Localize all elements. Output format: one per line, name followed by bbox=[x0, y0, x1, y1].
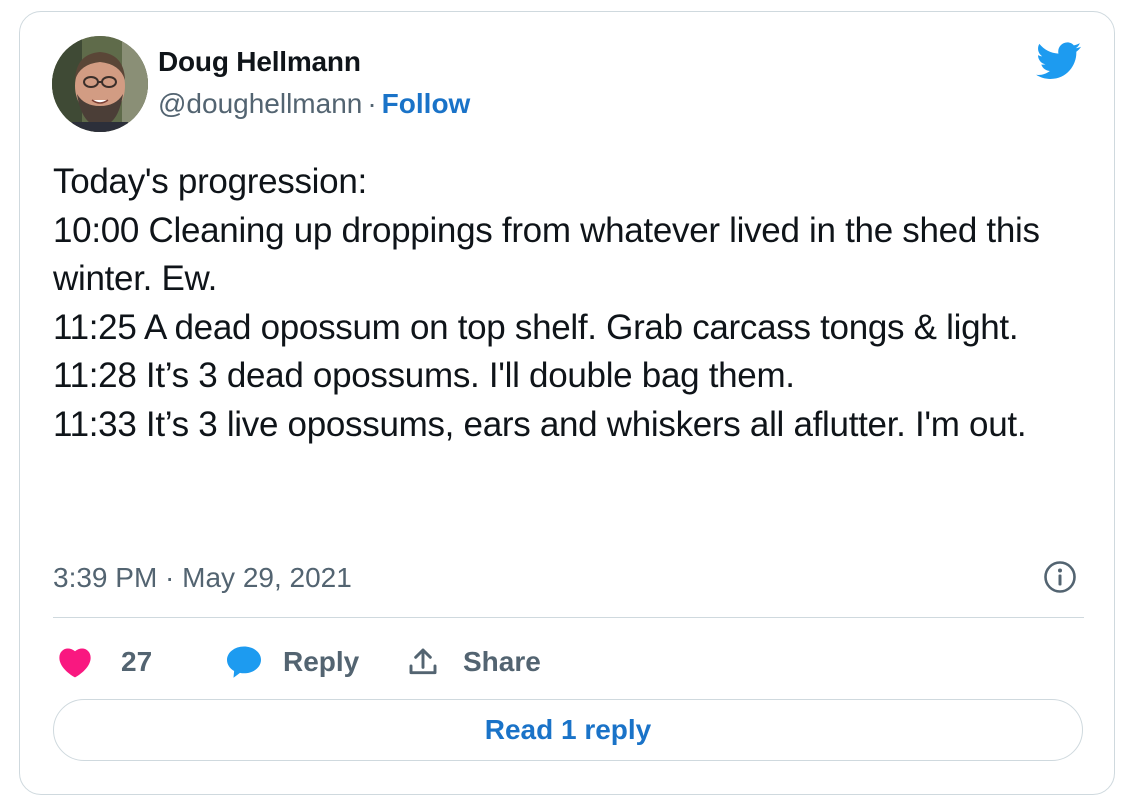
speech-bubble-icon bbox=[225, 645, 263, 679]
tweet-line: 10:00 Cleaning up droppings from whateve… bbox=[53, 210, 1050, 299]
separator-dot: · bbox=[367, 88, 377, 119]
divider bbox=[53, 617, 1084, 618]
share-upload-icon bbox=[407, 645, 439, 679]
tweet-card: Doug Hellmann @doughellmann · Follow Today… bbox=[19, 11, 1115, 795]
reply-button[interactable]: Reply bbox=[225, 642, 359, 682]
author-handle[interactable]: @doughellmann bbox=[158, 88, 362, 119]
tweet-line: 11:28 It’s 3 dead opossums. I'll double … bbox=[53, 356, 795, 395]
tweet-line: 11:33 It’s 3 live opossums, ears and whi… bbox=[53, 404, 1027, 444]
reply-label: Reply bbox=[283, 646, 360, 677]
tweet-line: Today's progression: bbox=[53, 162, 367, 201]
tweet-timestamp[interactable]: 3:39 PM · May 29, 2021 bbox=[53, 562, 352, 594]
avatar[interactable] bbox=[52, 36, 148, 132]
tweet-body: Today's progression: 10:00 Cleaning up d… bbox=[53, 158, 1093, 449]
follow-button[interactable]: Follow bbox=[382, 88, 471, 119]
author-name[interactable]: Doug Hellmann bbox=[158, 46, 361, 78]
twitter-bird-icon[interactable] bbox=[1036, 42, 1082, 82]
like-count: 27 bbox=[121, 646, 153, 677]
author-handle-row: @doughellmann · Follow bbox=[158, 88, 470, 120]
avatar-photo bbox=[52, 36, 148, 132]
share-label: Share bbox=[463, 646, 541, 677]
like-button[interactable]: 27 bbox=[57, 642, 152, 682]
read-replies-button[interactable]: Read 1 reply bbox=[53, 699, 1083, 761]
tweet-line: 11:25 A dead opossum on top shelf. Grab … bbox=[53, 307, 1019, 347]
share-button[interactable]: Share bbox=[407, 642, 541, 682]
heart-icon bbox=[57, 646, 93, 678]
info-icon[interactable] bbox=[1043, 560, 1077, 594]
